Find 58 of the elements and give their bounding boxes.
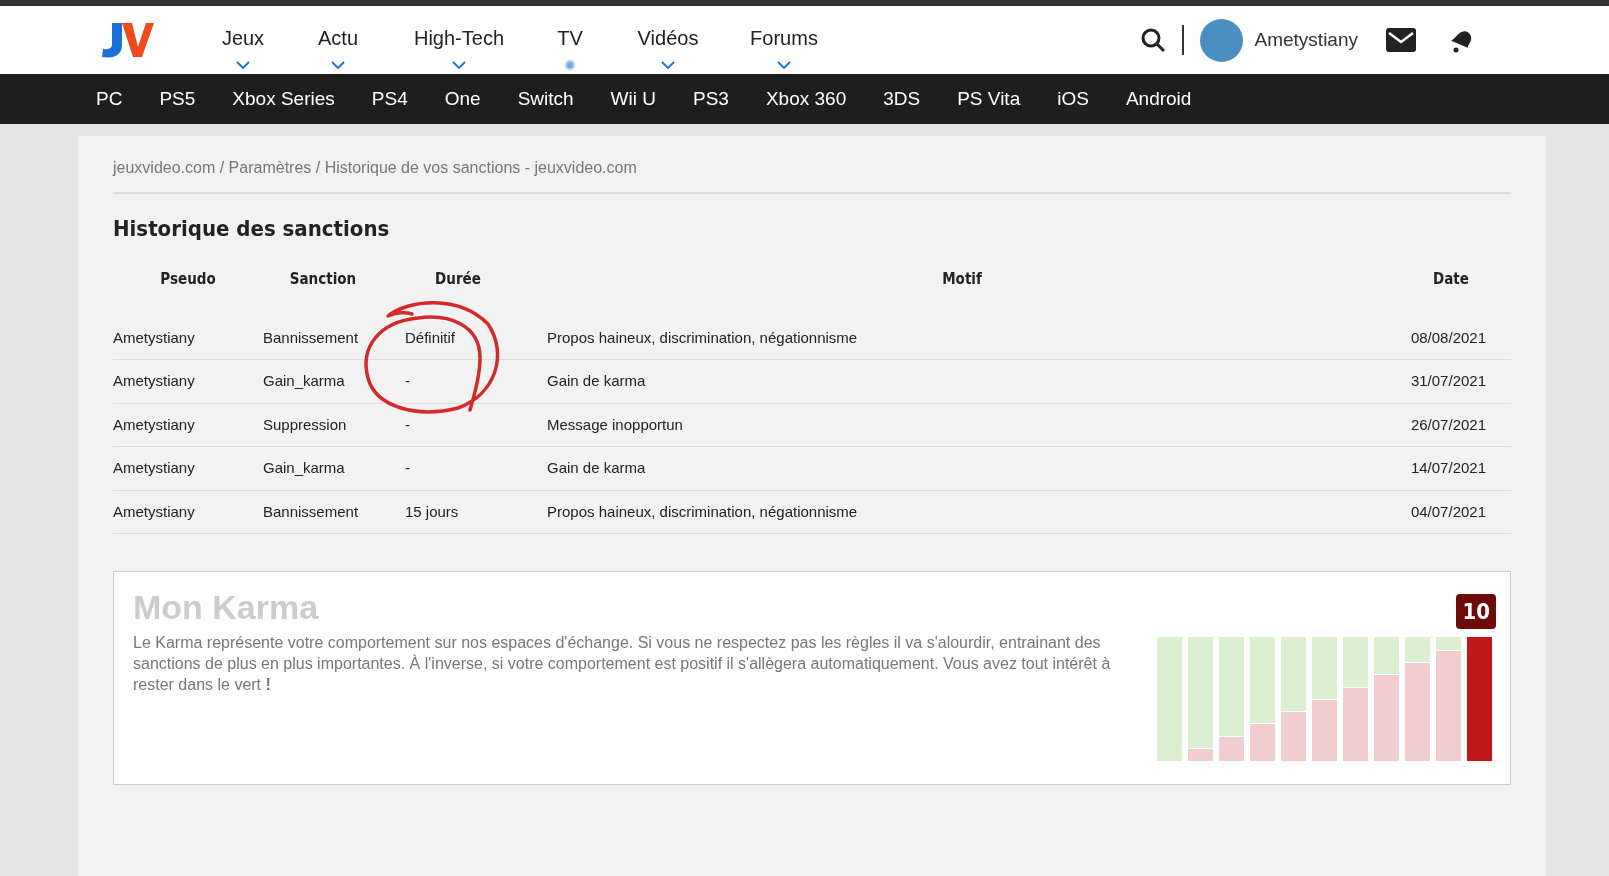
table-cell: Bannissement	[263, 490, 383, 534]
platform-link[interactable]: Xbox Series	[232, 84, 335, 114]
platform-link[interactable]: Switch	[517, 84, 574, 114]
platform-link[interactable]: PS Vita	[957, 84, 1021, 114]
table-cell: 31/07/2021	[1391, 359, 1511, 404]
table-cell: Ametystiany	[113, 316, 263, 360]
username-link[interactable]: Ametystiany	[1254, 25, 1358, 55]
table-cell: Gain_karma	[263, 446, 383, 491]
table-cell: 08/08/2021	[1391, 316, 1511, 360]
table-cell: Ametystiany	[113, 490, 263, 534]
platform-link[interactable]: Xbox 360	[765, 84, 847, 114]
column-header: Pseudo	[159, 269, 217, 291]
table-cell: 14/07/2021	[1391, 446, 1511, 491]
platform-link[interactable]: iOS	[1057, 84, 1089, 114]
table-cell: 15 jours	[383, 490, 533, 534]
page-title: Historique des sanctions	[113, 216, 391, 243]
karma-description: Le Karma représente votre comportement sur nos espaces d'échange. Si vous ne respectez pas les règles il va s'alourdir, entrainant des sanctions de plus en plus importantes. À l'inverse, si votre comportement est positif il s'allègera automatiquement. Vous avez tout intérêt à rester dans le vert !	[133, 633, 1112, 696]
platform-link[interactable]: One	[444, 84, 481, 114]
column-header: Date	[1432, 269, 1470, 291]
karma-score-badge: 10	[1456, 594, 1496, 630]
nav-menu-item[interactable]: TV	[530, 9, 610, 71]
karma-bar	[1312, 699, 1337, 762]
table-cell: 04/07/2021	[1391, 490, 1511, 534]
nav-menu-item[interactable]: Jeux	[198, 9, 288, 71]
table-cell: Ametystiany	[113, 446, 263, 491]
column-header: Sanction	[288, 269, 358, 291]
table-cell: Gain de karma	[533, 446, 1391, 491]
platform-link[interactable]: 3DS	[883, 84, 921, 114]
table-cell: -	[383, 446, 533, 491]
column-header: Motif	[941, 269, 983, 291]
mail-icon[interactable]	[1386, 28, 1416, 52]
table-cell: Bannissement	[263, 316, 383, 360]
table-cell: -	[383, 359, 533, 404]
avatar[interactable]	[1199, 18, 1243, 62]
platform-link[interactable]: PS4	[371, 84, 408, 114]
nav-menu-item[interactable]: Vidéos	[610, 9, 726, 71]
table-cell: Propos haineux, discrimination, négationnisme	[533, 490, 1391, 534]
table-cell: -	[383, 403, 533, 447]
table-cell: Ametystiany	[113, 403, 263, 447]
column-header: Durée	[434, 269, 482, 291]
search-icon[interactable]	[1139, 27, 1166, 53]
table-cell: Propos haineux, discrimination, négationnisme	[533, 316, 1391, 360]
table-cell: 26/07/2021	[1391, 403, 1511, 447]
nav-menu-item[interactable]: Actu	[288, 9, 388, 71]
table-cell: Gain de karma	[533, 359, 1391, 404]
platform-link[interactable]: PS5	[159, 84, 196, 114]
platform-link[interactable]: Wii U	[610, 84, 656, 114]
platform-link[interactable]: Android	[1125, 84, 1192, 114]
platform-link[interactable]: PS3	[693, 84, 729, 114]
platform-link[interactable]: PC	[96, 84, 123, 114]
table-cell: Ametystiany	[113, 359, 263, 404]
nav-menu-item[interactable]: Forums	[726, 9, 842, 71]
breadcrumb-text: jeuxvideo.com / Paramètres / Historique de vos sanctions - jeuxvideo.com	[113, 156, 1511, 194]
table-cell: Message inopportun	[533, 403, 1391, 447]
table-cell: Définitif	[383, 316, 533, 360]
nav-menu-item[interactable]: High-Tech	[388, 9, 530, 71]
table-cell: Gain_karma	[263, 359, 383, 404]
table-cell: Suppression	[263, 403, 383, 447]
